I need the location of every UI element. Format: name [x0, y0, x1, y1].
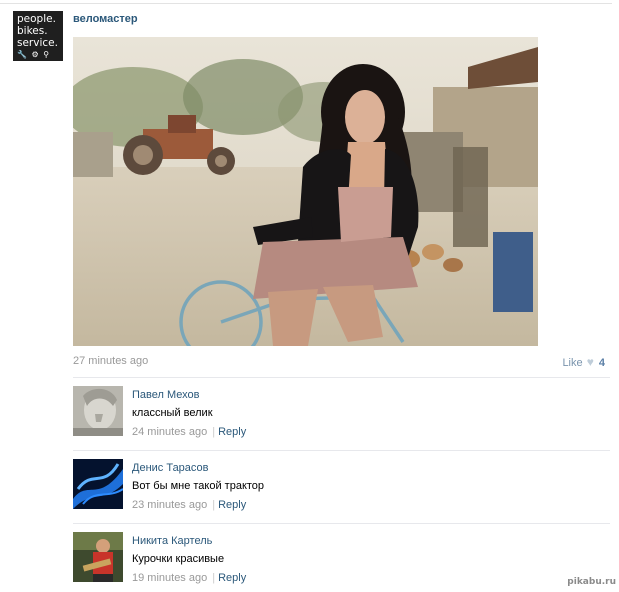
comment-item: Павел Мехов классный велик 24 minutes ag… [73, 386, 610, 446]
meta-divider: | [212, 426, 216, 438]
like-count: 4 [598, 357, 605, 369]
commenter-avatar[interactable] [73, 532, 123, 582]
like-button[interactable]: Like ♥ 4 [562, 355, 605, 369]
like-label: Like [562, 357, 583, 369]
comment-item: Никита Картель Курочки красивые 19 minut… [73, 532, 610, 592]
commenter-avatar[interactable] [73, 386, 123, 436]
meta-divider: | [212, 572, 216, 584]
top-divider [0, 3, 612, 4]
post-author-link[interactable]: веломастер [73, 13, 138, 25]
blue-flame-avatar-image [73, 459, 123, 509]
heart-icon: ♥ [586, 355, 594, 369]
statue-avatar-image [73, 386, 123, 436]
comment-text: классный велик [132, 407, 213, 419]
post-photo-image [73, 37, 538, 346]
reply-link[interactable]: Reply [218, 499, 246, 511]
reply-link[interactable]: Reply [218, 426, 246, 438]
comment-text: Вот бы мне такой трактор [132, 480, 265, 492]
avatar-text-line: bikes. [17, 25, 48, 37]
commenter-name[interactable]: Павел Мехов [132, 389, 199, 401]
comment-timestamp[interactable]: 24 minutes ago [132, 426, 207, 438]
bike-tools-icon: 🔧 ⚙ ⚲ [17, 50, 51, 59]
commenter-name[interactable]: Никита Картель [132, 535, 212, 547]
post-timestamp[interactable]: 27 minutes ago [73, 355, 148, 367]
commenter-avatar[interactable] [73, 459, 123, 509]
reply-link[interactable]: Reply [218, 572, 246, 584]
community-avatar[interactable]: people. bikes. service. 🔧 ⚙ ⚲ [13, 11, 63, 61]
guitarist-avatar-image [73, 532, 123, 582]
comment-text: Курочки красивые [132, 553, 225, 565]
comment-meta: 23 minutes ago | Reply [132, 499, 246, 511]
comment-meta: 19 minutes ago | Reply [132, 572, 246, 584]
comment-item: Денис Тарасов Вот бы мне такой трактор 2… [73, 459, 610, 519]
comments-divider [73, 377, 610, 378]
post-photo[interactable] [73, 37, 538, 346]
comment-timestamp[interactable]: 19 minutes ago [132, 572, 207, 584]
avatar-text-line: service. [17, 37, 58, 49]
comment-divider [73, 450, 610, 451]
commenter-name[interactable]: Денис Тарасов [132, 462, 209, 474]
avatar-text-line: people. [17, 13, 56, 25]
meta-divider: | [212, 499, 216, 511]
comment-timestamp[interactable]: 23 minutes ago [132, 499, 207, 511]
comment-meta: 24 minutes ago | Reply [132, 426, 246, 438]
comment-divider [73, 523, 610, 524]
pikabu-watermark: pikabu.ru [567, 577, 616, 587]
